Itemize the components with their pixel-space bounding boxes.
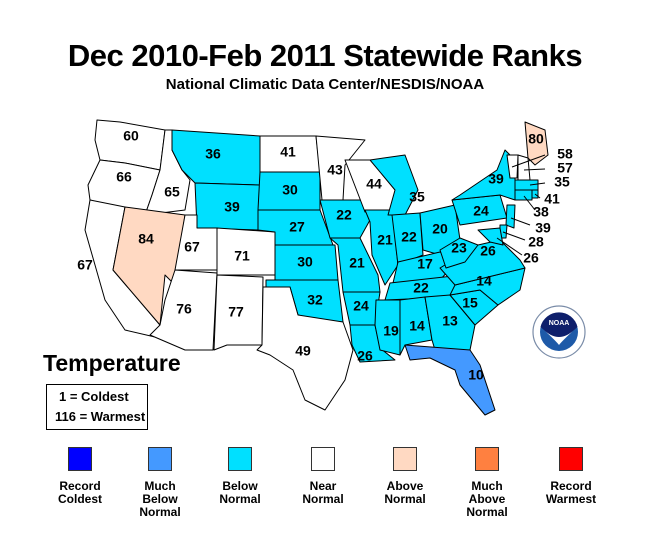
state-rank-label-ky: 17 bbox=[417, 256, 433, 272]
state-rank-label-ct: 38 bbox=[533, 204, 549, 220]
state-rank-label-ma: 35 bbox=[554, 174, 570, 190]
legend-item-record-warmest: Record Warmest bbox=[526, 447, 616, 506]
state-rank-label-ia: 22 bbox=[336, 207, 352, 223]
state-rank-label-nv: 84 bbox=[138, 231, 154, 247]
state-rank-label-ny: 39 bbox=[488, 171, 504, 187]
noaa-logo: NOAA bbox=[532, 305, 586, 359]
state-rank-label-ok: 32 bbox=[307, 292, 323, 308]
state-rank-label-co: 71 bbox=[234, 248, 250, 264]
legend-swatch bbox=[475, 447, 499, 471]
state-rank-label-ms: 19 bbox=[383, 323, 399, 339]
state-ct bbox=[514, 189, 533, 201]
state-rank-label-la: 26 bbox=[357, 348, 373, 364]
legend-label: Much Above Normal bbox=[466, 479, 508, 519]
legend-label: Above Normal bbox=[384, 479, 426, 506]
state-rank-label-va: 26 bbox=[480, 243, 496, 259]
scale-coldest: 1 = Coldest bbox=[59, 389, 129, 404]
legend-item-much-above-normal: Much Above Normal bbox=[442, 447, 532, 519]
legend-label: Below Normal bbox=[219, 479, 261, 506]
rank-scale-box: 1 = Coldest 116 = Warmest bbox=[46, 384, 148, 430]
state-rank-label-mt: 36 bbox=[205, 146, 221, 162]
state-rank-label-ar: 24 bbox=[353, 298, 369, 314]
state-rank-label-wv: 23 bbox=[451, 240, 467, 256]
state-rank-label-or: 66 bbox=[116, 169, 132, 185]
legend-item-record-coldest: Record Coldest bbox=[35, 447, 125, 506]
variable-title: Temperature bbox=[43, 350, 181, 376]
state-rank-label-wi: 44 bbox=[366, 176, 382, 192]
state-rank-label-nc: 14 bbox=[476, 273, 492, 289]
noaa-logo-text: NOAA bbox=[549, 320, 570, 327]
state-rank-label-sd: 30 bbox=[282, 182, 298, 198]
state-rank-label-wy: 39 bbox=[224, 199, 240, 215]
state-rank-label-al: 14 bbox=[409, 318, 425, 334]
legend-label: Record Coldest bbox=[57, 479, 102, 506]
state-rank-label-tn: 22 bbox=[413, 280, 429, 296]
legend-label: Much Below Normal bbox=[139, 479, 181, 519]
legend-item-much-below-normal: Much Below Normal bbox=[115, 447, 205, 519]
state-ny bbox=[451, 149, 516, 201]
state-rank-label-ne: 27 bbox=[289, 219, 305, 235]
state-rank-label-sc: 15 bbox=[462, 295, 478, 311]
state-rank-label-in: 22 bbox=[401, 229, 417, 245]
state-rank-label-ut: 67 bbox=[184, 239, 200, 255]
state-rank-label-pa: 24 bbox=[473, 203, 489, 219]
state-rank-label-nd: 41 bbox=[280, 144, 296, 160]
state-rank-label-me: 80 bbox=[528, 131, 544, 147]
state-rank-label-ks: 30 bbox=[297, 254, 313, 270]
legend-swatch bbox=[311, 447, 335, 471]
state-rank-label-az: 76 bbox=[176, 301, 192, 317]
state-rank-label-ca: 67 bbox=[77, 257, 93, 273]
legend-swatch bbox=[559, 447, 583, 471]
legend-swatch bbox=[68, 447, 92, 471]
legend-swatch bbox=[228, 447, 252, 471]
state-nj bbox=[505, 204, 516, 229]
state-rank-label-id: 65 bbox=[164, 184, 180, 200]
state-rank-label-oh: 20 bbox=[432, 221, 448, 237]
scale-warmest: 116 = Warmest bbox=[55, 409, 146, 424]
state-rank-label-nm: 77 bbox=[228, 304, 244, 320]
legend-swatch bbox=[393, 447, 417, 471]
legend-item-below-normal: Below Normal bbox=[195, 447, 285, 506]
legend-swatch bbox=[148, 447, 172, 471]
legend-item-above-normal: Above Normal bbox=[360, 447, 450, 506]
state-rank-label-mi: 35 bbox=[409, 189, 425, 205]
state-rank-label-de: 28 bbox=[528, 234, 544, 250]
state-rank-label-wa: 60 bbox=[123, 128, 139, 144]
state-rank-label-fl: 10 bbox=[468, 367, 484, 383]
legend-label: Record Warmest bbox=[545, 479, 597, 506]
state-rank-label-mn: 43 bbox=[327, 162, 343, 178]
state-rank-label-il: 21 bbox=[377, 232, 393, 248]
legend-item-near-normal: Near Normal bbox=[278, 447, 368, 506]
state-ma bbox=[514, 179, 539, 191]
state-rank-label-md: 26 bbox=[523, 250, 539, 266]
state-nh bbox=[517, 154, 531, 181]
state-rank-label-ga: 13 bbox=[442, 313, 458, 329]
state-rank-label-tx: 49 bbox=[295, 343, 311, 359]
state-rank-label-mo: 21 bbox=[349, 255, 365, 271]
legend-label: Near Normal bbox=[302, 479, 344, 506]
